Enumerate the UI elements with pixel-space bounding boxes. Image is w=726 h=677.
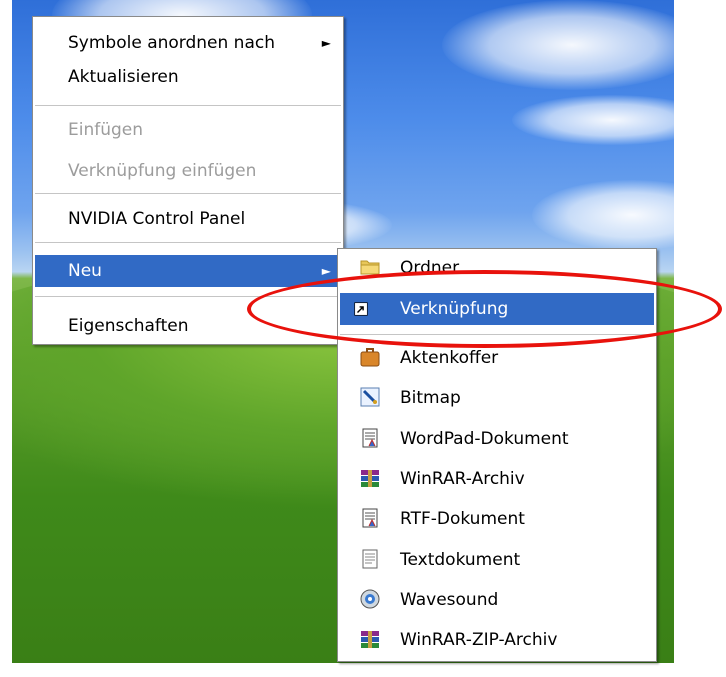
annotation-circle: [247, 270, 722, 348]
menu-separator: [35, 193, 341, 194]
menu-item-arrange-icons[interactable]: Symbole anordnen nach ►: [35, 27, 341, 59]
menu-item-label: Aktualisieren: [68, 67, 179, 87]
audio-icon: [360, 589, 380, 609]
submenu-item-rtf-document[interactable]: RTF-Dokument: [340, 503, 654, 535]
menu-item-label: NVIDIA Control Panel: [68, 209, 246, 229]
menu-item-new[interactable]: Neu ►: [35, 255, 341, 287]
menu-item-label: WinRAR-ZIP-Archiv: [400, 630, 558, 650]
submenu-item-bitmap[interactable]: Bitmap: [340, 382, 654, 414]
menu-item-label: Neu: [68, 261, 102, 281]
menu-item-refresh[interactable]: Aktualisieren: [35, 61, 341, 93]
submenu-item-winrar-archive[interactable]: WinRAR-Archiv: [340, 463, 654, 495]
text-document-icon: [362, 549, 378, 569]
submenu-arrow-icon: ►: [321, 36, 331, 50]
submenu-item-wavesound[interactable]: Wavesound: [340, 584, 654, 616]
submenu-item-text-document[interactable]: Textdokument: [340, 544, 654, 576]
menu-item-paste: Einfügen: [35, 114, 341, 146]
submenu-item-winrar-zip-archive[interactable]: WinRAR-ZIP-Archiv: [340, 624, 654, 656]
menu-separator: [35, 242, 341, 243]
menu-item-label: Textdokument: [400, 550, 521, 570]
menu-item-label: WordPad-Dokument: [400, 429, 569, 449]
menu-item-label: Wavesound: [400, 590, 499, 610]
menu-item-label: Aktenkoffer: [400, 348, 499, 368]
menu-item-label: Symbole anordnen nach: [68, 33, 275, 53]
wordpad-document-icon: [362, 428, 378, 448]
menu-item-label: Verknüpfung einfügen: [68, 161, 257, 181]
paint-icon: [360, 387, 380, 407]
menu-item-label: Bitmap: [400, 388, 461, 408]
briefcase-icon: [360, 348, 380, 367]
menu-item-label: WinRAR-Archiv: [400, 469, 525, 489]
winrar-zip-icon: [361, 631, 379, 648]
winrar-icon: [361, 470, 379, 487]
menu-item-label: Einfügen: [68, 120, 144, 140]
menu-separator: [35, 105, 341, 106]
menu-item-label: RTF-Dokument: [400, 509, 525, 529]
menu-item-paste-shortcut: Verknüpfung einfügen: [35, 155, 341, 187]
submenu-item-wordpad-document[interactable]: WordPad-Dokument: [340, 423, 654, 455]
menu-item-label: Eigenschaften: [68, 316, 189, 336]
menu-item-nvidia-control-panel[interactable]: NVIDIA Control Panel: [35, 203, 341, 235]
rtf-document-icon: [362, 508, 378, 528]
